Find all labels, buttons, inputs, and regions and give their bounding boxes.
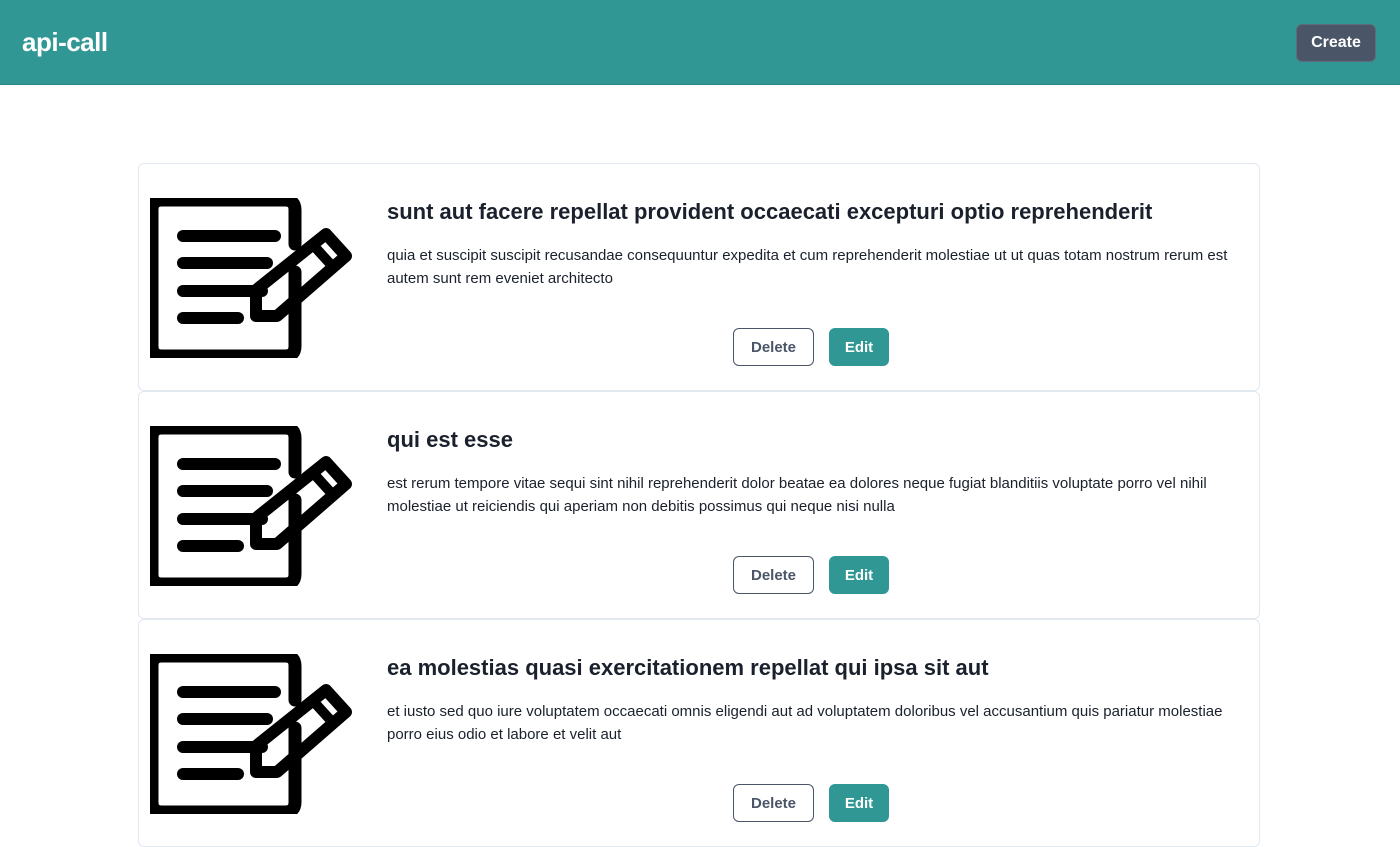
post-body: quia et suscipit suscipit recusandae con… <box>387 247 1228 287</box>
post-actions: Delete Edit <box>733 556 889 594</box>
post-title: qui est esse <box>387 427 513 452</box>
brand-logo[interactable]: api-call <box>22 27 108 58</box>
delete-button[interactable]: Delete <box>733 328 814 366</box>
note-edit-icon <box>150 426 354 586</box>
post-card: ea molestias quasi exercitationem repell… <box>138 619 1260 847</box>
post-body: et iusto sed quo iure voluptatem occaeca… <box>387 703 1223 743</box>
create-button[interactable]: Create <box>1296 24 1376 62</box>
post-body: est rerum tempore vitae sequi sint nihil… <box>387 475 1207 515</box>
note-edit-icon <box>150 198 354 358</box>
delete-button[interactable]: Delete <box>733 556 814 594</box>
edit-button[interactable]: Edit <box>829 784 889 822</box>
edit-button[interactable]: Edit <box>829 328 889 366</box>
delete-button[interactable]: Delete <box>733 784 814 822</box>
post-card: qui est esse est rerum tempore vitae seq… <box>138 391 1260 619</box>
edit-button[interactable]: Edit <box>829 556 889 594</box>
note-edit-icon <box>150 654 354 814</box>
post-card: sunt aut facere repellat provident occae… <box>138 163 1260 391</box>
post-actions: Delete Edit <box>733 328 889 366</box>
post-actions: Delete Edit <box>733 784 889 822</box>
top-navbar: api-call Create <box>0 0 1400 85</box>
post-title: ea molestias quasi exercitationem repell… <box>387 655 989 680</box>
post-title: sunt aut facere repellat provident occae… <box>387 199 1153 224</box>
post-list: sunt aut facere repellat provident occae… <box>138 163 1260 847</box>
